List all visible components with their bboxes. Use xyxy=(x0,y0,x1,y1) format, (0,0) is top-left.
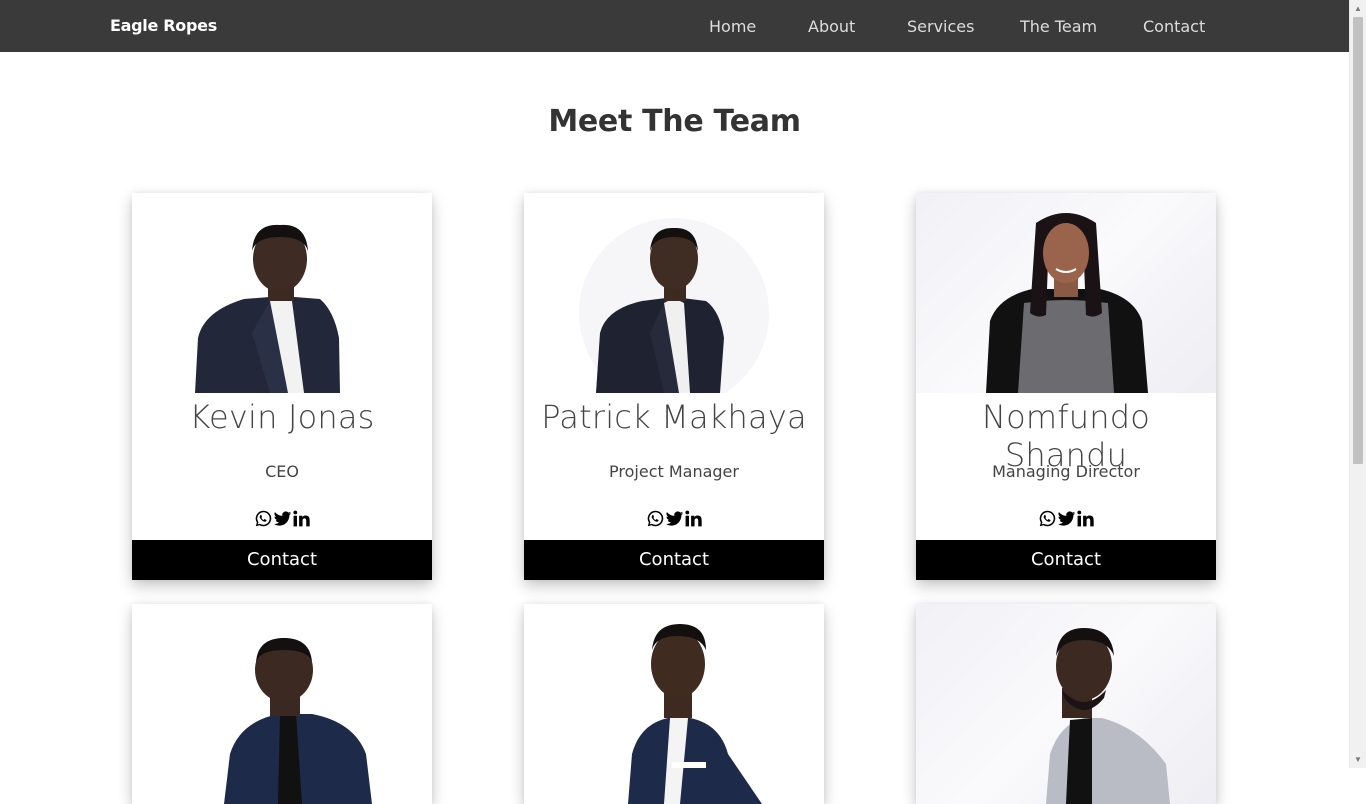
nav-link-contact[interactable]: Contact xyxy=(1143,17,1205,36)
nav-link-about[interactable]: About xyxy=(808,17,855,36)
portrait-man-icon xyxy=(195,224,340,393)
twitter-icon[interactable] xyxy=(273,507,292,529)
portrait-man-icon xyxy=(224,638,372,804)
team-card: Patrick Makhaya Project Manager Contact xyxy=(524,193,824,580)
social-links xyxy=(524,506,824,530)
whatsapp-icon[interactable] xyxy=(254,507,273,529)
vertical-scrollbar[interactable]: ▲ ▼ xyxy=(1349,0,1366,768)
member-role: Project Manager xyxy=(609,462,739,481)
contact-button[interactable]: Contact xyxy=(916,540,1216,580)
whatsapp-icon[interactable] xyxy=(646,507,665,529)
linkedin-icon[interactable] xyxy=(292,507,311,529)
whatsapp-icon[interactable] xyxy=(1038,507,1057,529)
team-photo xyxy=(916,193,1216,393)
portrait-woman-icon xyxy=(986,213,1148,393)
portrait-man-icon xyxy=(1046,628,1170,804)
contact-button[interactable]: Contact xyxy=(132,540,432,580)
brand-logo[interactable]: Eagle Ropes xyxy=(110,16,217,35)
linkedin-icon[interactable] xyxy=(1076,507,1095,529)
member-role: CEO xyxy=(265,462,299,481)
twitter-icon[interactable] xyxy=(1057,507,1076,529)
contact-button[interactable]: Contact xyxy=(524,540,824,580)
team-photo xyxy=(524,193,824,393)
team-photo xyxy=(524,604,824,804)
team-photo xyxy=(132,604,432,804)
team-card: Kevin Jonas CEO Contact xyxy=(132,193,432,580)
team-card xyxy=(132,604,432,804)
nav-link-home[interactable]: Home xyxy=(709,17,756,36)
member-role: Managing Director xyxy=(992,462,1140,481)
member-name: Patrick Makhaya xyxy=(541,398,807,436)
section-title: Meet The Team xyxy=(548,104,801,139)
team-photo xyxy=(916,604,1216,804)
team-photo xyxy=(132,193,432,393)
scrollbar-thumb[interactable] xyxy=(1353,17,1363,464)
portrait-man-icon xyxy=(579,218,769,393)
team-card xyxy=(916,604,1216,804)
social-links xyxy=(916,506,1216,530)
nav-link-services[interactable]: Services xyxy=(907,17,974,36)
linkedin-icon[interactable] xyxy=(684,507,703,529)
portrait-man-icon xyxy=(628,624,762,804)
nav-link-the-team[interactable]: The Team xyxy=(1020,17,1097,36)
member-name: Kevin Jonas xyxy=(189,398,375,436)
team-card: Nomfundo Shandu Managing Director Contac… xyxy=(916,193,1216,580)
top-navbar: Eagle Ropes Home About Services The Team… xyxy=(0,0,1349,52)
twitter-icon[interactable] xyxy=(665,507,684,529)
scroll-down-arrow-icon[interactable]: ▼ xyxy=(1350,751,1366,768)
team-card xyxy=(524,604,824,804)
social-links xyxy=(132,506,432,530)
scroll-up-arrow-icon[interactable]: ▲ xyxy=(1350,0,1366,17)
